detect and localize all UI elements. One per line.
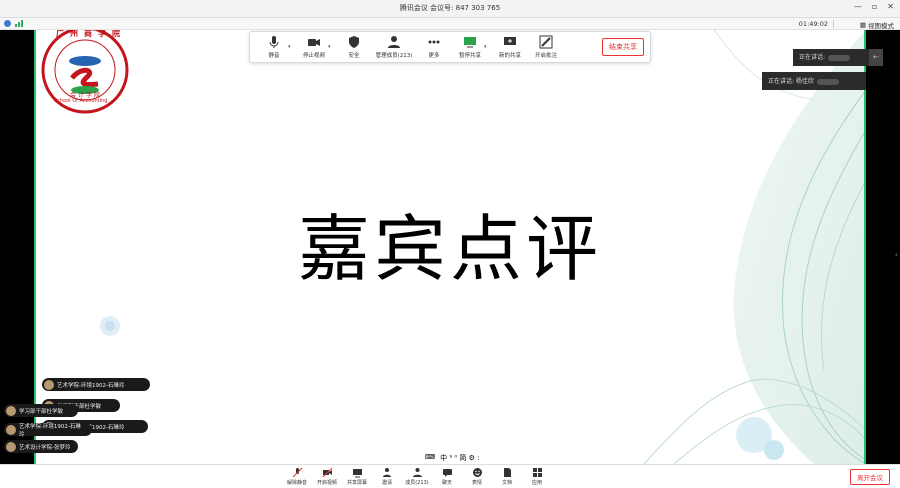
shared-slide: 广州商学院 会计学院 School Of Accounting 嘉宾点评: [34, 30, 866, 464]
chat-bubble: 艺术学院-环境1902-石琳玲: [42, 378, 150, 391]
pen-icon: [539, 35, 553, 49]
shield-icon: [349, 36, 359, 48]
user-icon: [388, 36, 400, 48]
unmute-button[interactable]: 解除静音: [282, 467, 312, 486]
window-title: 腾讯会议 会议号: 847 303 765: [399, 4, 501, 12]
chat-bubble: 学习部干部杜学敏: [4, 404, 78, 417]
smiley-icon: [472, 468, 482, 477]
new-share-button[interactable]: 新的共享: [492, 35, 528, 59]
share-options-chevron-icon[interactable]: ▾: [484, 44, 490, 50]
document-icon: [503, 468, 511, 477]
chat-bubble: 艺术设计学院-张梦玲: [4, 440, 78, 453]
new-share-icon: [504, 37, 516, 45]
more-dots-icon: [428, 40, 440, 44]
stop-video-button[interactable]: 停止视频: [296, 35, 332, 59]
annotate-button[interactable]: 开启批注: [528, 35, 564, 59]
avatar: [6, 441, 16, 452]
back-arrow-icon[interactable]: ⇠: [869, 49, 883, 66]
share-toolbar: 静音 ▾ 停止视频 ▾ 安全 管理成员(213) 更多 暂停共享 ▾ 新的共享: [249, 31, 651, 63]
side-panel-chevron-icon[interactable]: ‹: [895, 250, 898, 259]
reactions-button[interactable]: 表情: [462, 467, 492, 486]
microphone-icon: [269, 36, 279, 48]
maximize-icon[interactable]: ▫: [872, 2, 877, 11]
meeting-timer: 01:49:02: [798, 20, 828, 28]
video-off-icon: [322, 467, 332, 478]
more-button[interactable]: 更多: [416, 35, 452, 59]
close-icon[interactable]: ✕: [887, 2, 894, 11]
avatar: [6, 424, 16, 435]
meeting-info-icon[interactable]: [4, 20, 11, 27]
bottom-toolbar: 解除静音 开启视频 共享屏幕 邀请 成员(213) 聊天 表情 文档 应用 离开…: [0, 464, 900, 488]
security-button[interactable]: 安全: [336, 35, 372, 59]
status-bar: 01:49:02 ▦ 视图模式: [0, 18, 900, 30]
mute-options-chevron-icon[interactable]: ▾: [288, 44, 294, 50]
apps-button[interactable]: 应用: [522, 467, 552, 486]
sparkle-decoration: [100, 316, 120, 336]
start-video-button[interactable]: 开启视频: [312, 467, 342, 486]
share-screen-button[interactable]: 共享屏幕: [342, 467, 372, 486]
minimize-icon[interactable]: —: [854, 2, 862, 11]
video-camera-icon: [308, 39, 320, 46]
share-screen-icon: [352, 469, 362, 478]
speaking-panel: 正在讲话: ⇠: [793, 49, 883, 66]
documents-button[interactable]: 文档: [492, 467, 522, 486]
video-options-chevron-icon[interactable]: ▾: [328, 44, 334, 50]
title-bar: 腾讯会议 会议号: 847 303 765 — ▫ ✕: [0, 0, 900, 18]
end-share-button[interactable]: 结束共享: [602, 38, 644, 56]
members-button[interactable]: 成员(213): [402, 467, 432, 486]
slide-heading: 嘉宾点评: [297, 207, 602, 291]
mute-button[interactable]: 静音: [256, 35, 292, 59]
input-method-bar[interactable]: ⌨ 中 ⁹ ⁰ 简 ⚙ :: [425, 453, 479, 463]
avatar: [6, 405, 16, 416]
signal-icon[interactable]: [15, 20, 23, 27]
microphone-muted-icon: [292, 467, 302, 478]
grid-icon: ▦: [859, 21, 866, 29]
chat-bubble: 艺术学院-环境1902-石琳玲: [4, 423, 92, 438]
avatar: [44, 379, 54, 390]
logo-text-top: 广州商学院: [56, 30, 126, 38]
logo-text-en: School Of Accounting: [54, 98, 108, 104]
app-window: 腾讯会议 会议号: 847 303 765 — ▫ ✕ 01:49:02 ▦ 视…: [0, 0, 900, 488]
add-user-icon: [382, 468, 391, 477]
keyboard-icon: ⌨: [425, 453, 436, 461]
invite-button[interactable]: 邀请: [372, 467, 402, 486]
screen-share-icon: [464, 37, 476, 48]
manage-members-button[interactable]: 管理成员(213): [372, 35, 416, 59]
now-speaking-panel: 正在讲话: 杨佳欣: [762, 72, 866, 90]
members-icon: [412, 468, 422, 477]
view-mode-button[interactable]: ▦ 视图模式: [860, 20, 894, 30]
chat-button[interactable]: 聊天: [432, 467, 462, 486]
apps-grid-icon: [532, 468, 542, 477]
chat-icon: [442, 469, 452, 477]
pause-share-button[interactable]: 暂停共享: [452, 35, 488, 59]
leave-meeting-button[interactable]: 离开会议: [850, 469, 890, 485]
